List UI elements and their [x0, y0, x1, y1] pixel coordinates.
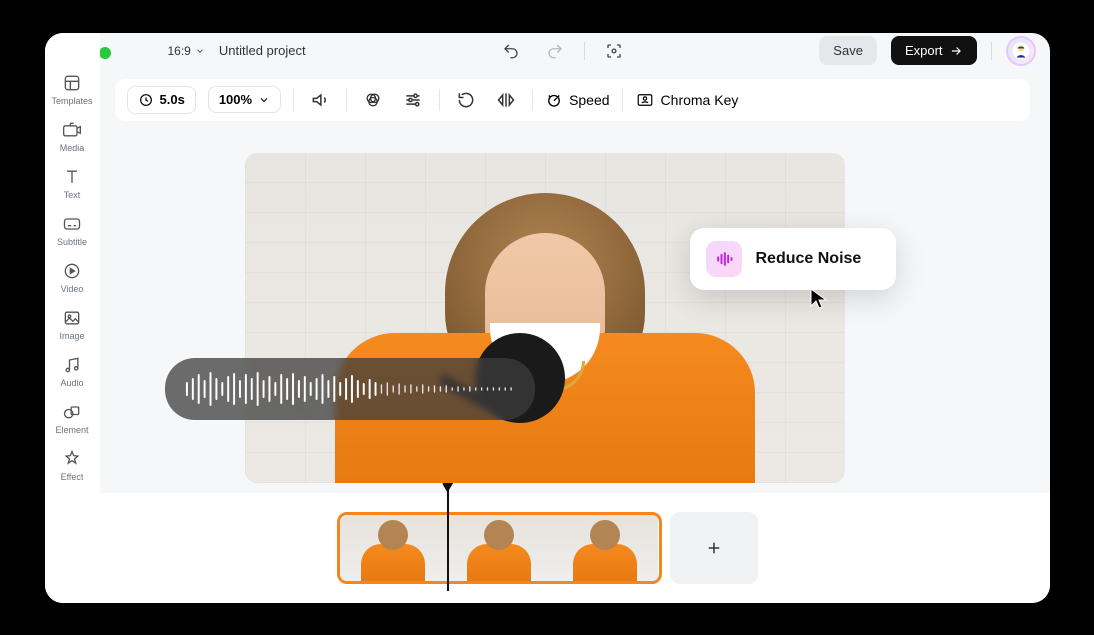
sidebar-item-templates[interactable]: Templates	[47, 73, 97, 106]
playhead[interactable]	[447, 485, 449, 591]
chroma-key-icon	[635, 91, 655, 109]
sidebar-item-label: Subtitle	[57, 237, 87, 247]
speed-button[interactable]: Speed	[545, 91, 609, 109]
subtitle-icon	[62, 214, 82, 234]
arrow-right-icon	[949, 44, 963, 58]
sidebar-item-media[interactable]: Media	[47, 120, 97, 153]
duration-pill[interactable]: 5.0s	[127, 86, 196, 114]
add-clip-button[interactable]	[670, 512, 758, 584]
separator	[991, 42, 992, 60]
media-icon	[62, 120, 82, 140]
clock-icon	[138, 92, 154, 108]
sidebar-item-label: Media	[60, 143, 85, 153]
speed-icon	[545, 91, 563, 109]
plus-icon	[705, 539, 723, 557]
sidebar-item-label: Video	[61, 284, 84, 294]
project-title[interactable]: Untitled project	[219, 43, 306, 58]
cursor-icon	[809, 287, 829, 309]
flip-button[interactable]	[492, 86, 520, 114]
chroma-key-label: Chroma Key	[661, 92, 739, 108]
editor-toolbar: 5.0s 100% Speed Chrom	[115, 79, 1030, 121]
rotate-button[interactable]	[452, 86, 480, 114]
sidebar-item-label: Effect	[61, 472, 84, 482]
export-button[interactable]: Export	[891, 36, 977, 65]
timeline	[45, 493, 1050, 603]
save-button[interactable]: Save	[819, 36, 877, 65]
templates-icon	[62, 73, 82, 93]
audio-icon	[62, 355, 82, 375]
sidebar-item-audio[interactable]: Audio	[47, 355, 97, 388]
sidebar-item-label: Element	[55, 425, 88, 435]
separator	[622, 89, 623, 111]
chevron-down-icon	[195, 46, 205, 56]
element-icon	[62, 402, 82, 422]
waveform-icon	[183, 369, 517, 409]
sidebar-item-label: Image	[59, 331, 84, 341]
sidebar-item-label: Templates	[51, 96, 92, 106]
text-icon	[62, 167, 82, 187]
adjustments-button[interactable]	[399, 86, 427, 114]
clip-thumbnail	[340, 515, 446, 581]
separator	[346, 89, 347, 111]
undo-button[interactable]	[496, 36, 526, 66]
audio-waveform-overlay	[165, 358, 535, 420]
chroma-key-button[interactable]: Chroma Key	[635, 91, 739, 109]
reduce-noise-icon	[706, 241, 742, 277]
speed-label: Speed	[569, 92, 609, 108]
chevron-down-icon	[258, 94, 270, 106]
video-icon	[62, 261, 82, 281]
sidebar-item-video[interactable]: Video	[47, 261, 97, 294]
image-icon	[62, 308, 82, 328]
duration-value: 5.0s	[160, 92, 185, 107]
zoom-selector[interactable]: 100%	[208, 86, 281, 113]
video-preview[interactable]	[245, 153, 845, 483]
separator	[584, 42, 585, 60]
reduce-noise-popup[interactable]: Reduce Noise	[690, 228, 896, 290]
sidebar-item-label: Audio	[60, 378, 83, 388]
export-button-label: Export	[905, 43, 943, 58]
sidebar-item-label: Text	[64, 190, 81, 200]
sidebar-item-element[interactable]: Element	[47, 402, 97, 435]
volume-button[interactable]	[306, 86, 334, 114]
separator	[293, 89, 294, 111]
app-window: Templates Media Text Subtitle Video	[45, 33, 1050, 603]
effect-icon	[62, 449, 82, 469]
top-bar: 16:9 Untitled project Save Export	[100, 33, 1050, 69]
aspect-ratio-value: 16:9	[168, 44, 191, 58]
redo-button[interactable]	[540, 36, 570, 66]
sidebar-item-text[interactable]: Text	[47, 167, 97, 200]
clip-thumbnail	[552, 515, 658, 581]
aspect-ratio-selector[interactable]: 16:9	[168, 44, 205, 58]
timeline-clip[interactable]	[337, 512, 662, 584]
user-avatar[interactable]	[1006, 36, 1036, 66]
sidebar-item-subtitle[interactable]: Subtitle	[47, 214, 97, 247]
separator	[439, 89, 440, 111]
clip-thumbnail	[446, 515, 552, 581]
sidebar-item-image[interactable]: Image	[47, 308, 97, 341]
separator	[532, 89, 533, 111]
sidebar-item-effect[interactable]: Effect	[47, 449, 97, 482]
reduce-noise-label: Reduce Noise	[756, 250, 862, 268]
color-filter-button[interactable]	[359, 86, 387, 114]
zoom-value: 100%	[219, 92, 252, 107]
focus-scan-button[interactable]	[599, 36, 629, 66]
